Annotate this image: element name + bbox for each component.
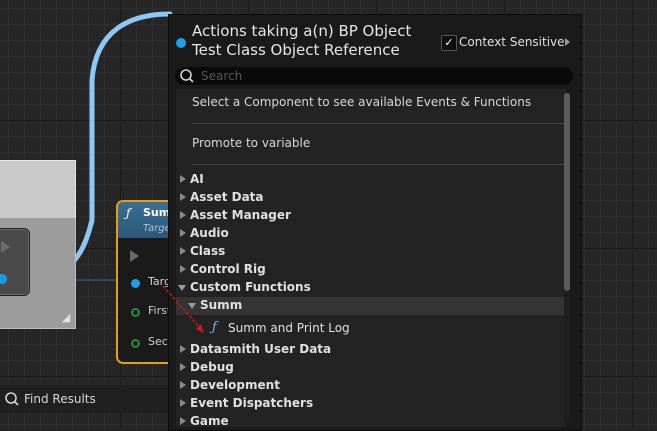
- annotation-arrow: [162, 285, 204, 333]
